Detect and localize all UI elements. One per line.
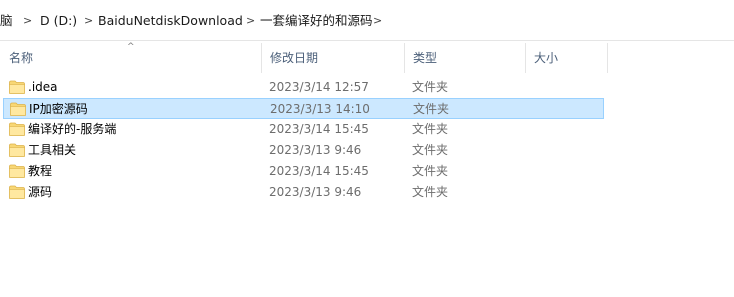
file-type: 文件夹 (412, 80, 449, 94)
address-bar[interactable]: 脑 > D (D:) > BaiduNetdiskDownload > 一套编译… (0, 0, 734, 41)
file-date: 2023/3/14 15:45 (269, 122, 369, 136)
file-name: 源码 (28, 185, 53, 199)
file-date: 2023/3/13 9:46 (269, 185, 362, 199)
breadcrumb-this-pc[interactable]: 脑 (0, 12, 13, 30)
file-date: 2023/3/13 9:46 (269, 143, 362, 157)
column-header-date[interactable]: 修改日期 (261, 41, 404, 75)
file-type: 文件夹 (412, 122, 449, 136)
file-name: 教程 (28, 164, 53, 178)
folder-icon (9, 143, 25, 157)
file-row[interactable]: 源码 2023/3/13 9:46 文件夹 (3, 182, 604, 203)
file-row[interactable]: .idea 2023/3/14 12:57 文件夹 (3, 77, 604, 98)
folder-icon (9, 80, 25, 94)
file-type: 文件夹 (412, 164, 449, 178)
file-date: 2023/3/13 14:10 (270, 102, 370, 116)
folder-icon (9, 164, 25, 178)
breadcrumb-current-folder[interactable]: 一套编译好的和源码 (260, 12, 373, 30)
column-header-size[interactable]: 大小 (525, 41, 607, 75)
column-header-type[interactable]: 类型 (404, 41, 525, 75)
file-row[interactable]: 工具相关 2023/3/13 9:46 文件夹 (3, 140, 604, 161)
file-type: 文件夹 (412, 143, 449, 157)
file-row[interactable]: IP加密源码 2023/3/13 14:10 文件夹 (3, 98, 604, 119)
chevron-right-icon[interactable]: > (246, 12, 255, 30)
chevron-right-icon[interactable]: > (23, 12, 32, 30)
file-name: 编译好的-服务端 (28, 122, 117, 136)
file-name: IP加密源码 (29, 102, 88, 116)
file-row[interactable]: 教程 2023/3/14 15:45 文件夹 (3, 161, 604, 182)
file-name: 工具相关 (28, 143, 77, 157)
file-name: .idea (28, 80, 58, 94)
chevron-right-icon[interactable]: > (373, 12, 382, 30)
file-date: 2023/3/14 15:45 (269, 164, 369, 178)
file-date: 2023/3/14 12:57 (269, 80, 369, 94)
file-type: 文件夹 (412, 185, 449, 199)
file-type: 文件夹 (413, 102, 450, 116)
column-divider[interactable] (607, 43, 608, 73)
folder-icon (9, 185, 25, 199)
column-header-name[interactable]: 名称 (0, 41, 261, 75)
folder-icon (10, 102, 26, 116)
file-row[interactable]: 编译好的-服务端 2023/3/14 15:45 文件夹 (3, 119, 604, 140)
breadcrumb-baidunetdiskdownload[interactable]: BaiduNetdiskDownload (98, 12, 243, 30)
folder-icon (9, 122, 25, 136)
column-header: 名称 修改日期 类型 大小 (0, 41, 734, 75)
chevron-right-icon[interactable]: > (84, 12, 93, 30)
breadcrumb-drive-d[interactable]: D (D:) (40, 12, 77, 30)
